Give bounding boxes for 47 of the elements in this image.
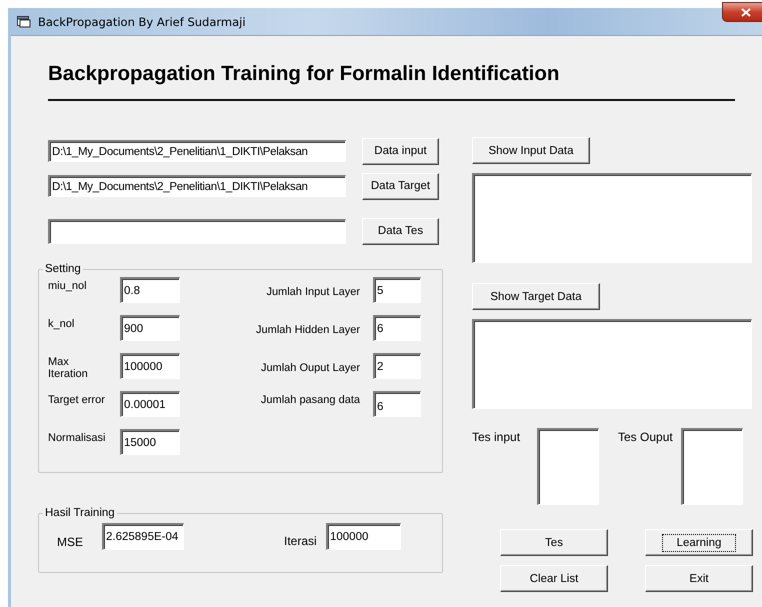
parameter-field[interactable]: 5 bbox=[373, 277, 421, 303]
parameter-field[interactable]: 900 bbox=[120, 315, 180, 341]
show-input-button[interactable]: Show Input Data bbox=[472, 137, 590, 164]
window-icon bbox=[17, 16, 31, 28]
parameter-field[interactable]: 0.00001 bbox=[120, 391, 180, 417]
parameter-field[interactable]: 2 bbox=[373, 353, 421, 379]
file-path-field[interactable]: D:\1_My_Documents\2_Penelitian\1_DIKTI\Pelaksan bbox=[48, 140, 346, 162]
target-data-list[interactable] bbox=[472, 319, 752, 409]
test-output-list[interactable] bbox=[681, 428, 743, 505]
show-target-button[interactable]: Show Target Data bbox=[472, 283, 600, 310]
parameter-label: Normalisasi bbox=[48, 431, 106, 444]
group-title: Setting bbox=[44, 263, 82, 275]
parameter-label: Jumlah Input Layer bbox=[265, 285, 360, 298]
mse-field[interactable]: 2.625895E-04 bbox=[102, 523, 184, 550]
parameter-label: Jumlah Hidden Layer bbox=[255, 323, 360, 336]
file-path-field[interactable] bbox=[48, 218, 346, 244]
input-data-list[interactable] bbox=[472, 173, 752, 263]
test-input-label: Tes input bbox=[472, 429, 522, 444]
group-title: Hasil Training bbox=[44, 507, 116, 519]
action-button[interactable]: Exit bbox=[645, 565, 753, 592]
form-heading: Backpropagation Training for Formalin Identification bbox=[48, 62, 560, 87]
file-path-field[interactable]: D:\1_My_Documents\2_Penelitian\1_DIKTI\Pelaksan bbox=[48, 175, 346, 197]
close-button[interactable] bbox=[722, 2, 762, 22]
action-button[interactable]: Clear List bbox=[500, 565, 608, 592]
test-output-label: Tes Ouput bbox=[618, 429, 674, 444]
parameter-label: k_nol bbox=[48, 317, 76, 330]
test-input-list[interactable] bbox=[537, 428, 599, 505]
parameter-label: Target error bbox=[48, 393, 106, 406]
load-data-button[interactable]: Data Tes bbox=[362, 218, 439, 244]
parameter-label: miu_nol bbox=[48, 279, 88, 292]
parameter-field[interactable]: 100000 bbox=[120, 353, 180, 379]
parameter-label: Jumlah pasang data bbox=[260, 393, 360, 406]
parameter-field[interactable]: 6 bbox=[373, 391, 421, 417]
parameter-label: Jumlah Ouput Layer bbox=[260, 361, 360, 374]
iteration-label: Iterasi bbox=[284, 533, 318, 548]
parameter-field[interactable]: 6 bbox=[373, 315, 421, 341]
mse-label: MSE bbox=[57, 534, 84, 549]
parameter-field[interactable]: 15000 bbox=[120, 429, 180, 455]
iteration-field[interactable]: 100000 bbox=[326, 523, 401, 550]
action-button[interactable]: Tes bbox=[500, 529, 608, 556]
load-data-button[interactable]: Data Target bbox=[362, 172, 439, 200]
load-data-button[interactable]: Data input bbox=[362, 138, 439, 164]
parameter-field[interactable]: 0.8 bbox=[120, 277, 180, 303]
close-icon bbox=[741, 8, 751, 16]
window-title: BackPropagation By Arief Sudarmaji bbox=[38, 14, 246, 28]
parameter-label: Max Iteration bbox=[48, 355, 89, 380]
action-button[interactable]: Learning bbox=[645, 529, 753, 556]
